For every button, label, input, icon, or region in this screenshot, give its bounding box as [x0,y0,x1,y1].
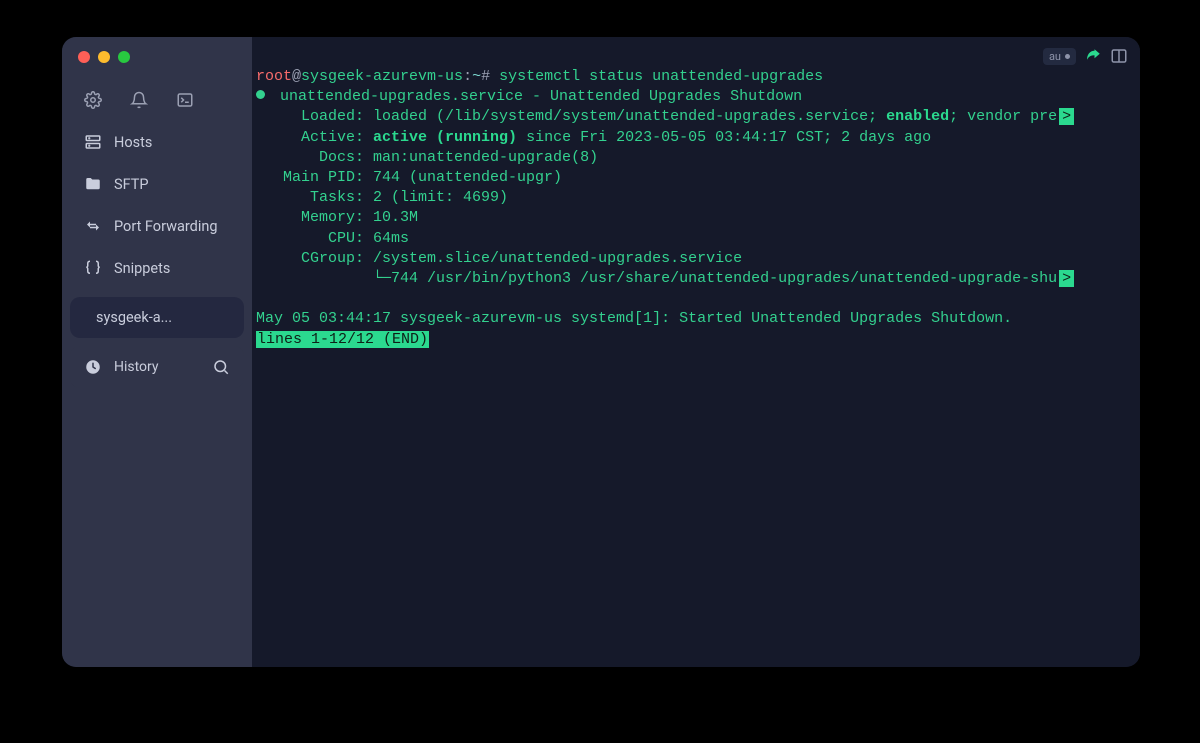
terminal-panel: au root@sysgeek-azurevm-us:~# systemctl … [252,37,1140,667]
sidebar-toprow [62,69,252,115]
session-tabs: sysgeek-a... [62,295,252,340]
share-icon[interactable] [1084,47,1102,65]
journal-log-line: May 05 03:44:17 sysgeek-azurevm-us syste… [256,310,1012,327]
nav-item-label: SFTP [114,176,149,193]
bell-icon[interactable] [130,91,148,109]
window-minimize-button[interactable] [98,51,110,63]
prompt-at: @ [292,68,301,85]
cgroup-label: CGroup: [256,250,373,267]
docs-label: Docs: [256,149,373,166]
toolbar-chip[interactable]: au [1043,48,1076,65]
sidebar: Hosts SFTP Port Forwarding [62,37,252,667]
split-panes-icon[interactable] [1110,47,1128,65]
loaded-tail: ; vendor pre [949,108,1057,125]
nav-item-snippets[interactable]: Snippets [70,247,244,289]
cpu-value: 64ms [373,230,409,247]
settings-icon[interactable] [84,91,102,109]
active-label: Active: [256,129,373,146]
cgroup-value: /system.slice/unattended-upgrades.servic… [373,250,742,267]
terminal-output[interactable]: root@sysgeek-azurevm-us:~# systemctl sta… [252,37,1140,667]
status-dot-icon [1065,54,1070,59]
line-overflow-indicator: > [1059,270,1074,287]
nav-list: Hosts SFTP Port Forwarding [62,115,252,295]
mainpid-label: Main PID: [256,169,373,186]
mainpid-value: 744 (unattended-upgr) [373,169,562,186]
tasks-label: Tasks: [256,189,373,206]
nav-item-portforwarding[interactable]: Port Forwarding [70,205,244,247]
clock-icon [84,358,102,376]
prompt-user: root [256,68,292,85]
prompt-colon: : [463,68,472,85]
tasks-value: 2 (limit: 4699) [373,189,508,206]
loaded-label: Loaded: [256,108,373,125]
active-state: active (running) [373,129,517,146]
loaded-enabled: enabled [886,108,949,125]
cpu-label: CPU: [256,230,373,247]
folder-icon [84,175,102,193]
toolbar-chip-label: au [1049,51,1061,62]
nav-item-label: Snippets [114,260,170,277]
search-icon[interactable] [212,358,230,376]
terminal-toolbar: au [1043,47,1128,65]
line-overflow-indicator: > [1059,108,1074,125]
memory-value: 10.3M [373,209,418,226]
arrows-icon [84,217,102,235]
nav-item-hosts[interactable]: Hosts [70,121,244,163]
nav-item-label: Port Forwarding [114,218,218,235]
window-close-button[interactable] [78,51,90,63]
loaded-value: loaded (/lib/systemd/system/unattended-u… [373,108,886,125]
prompt-cwd: ~ [472,68,481,85]
window-maximize-button[interactable] [118,51,130,63]
history-section[interactable]: History [70,346,244,388]
pager-status: lines 1-12/12 (END) [256,331,429,348]
app-window: Hosts SFTP Port Forwarding [62,37,1140,667]
nav-item-sftp[interactable]: SFTP [70,163,244,205]
docs-value: man:unattended-upgrade(8) [373,149,598,166]
window-controls [62,37,252,69]
terminal-icon[interactable] [176,91,194,109]
command-text: systemctl status unattended-upgrades [499,68,823,85]
status-unit-line: unattended-upgrades.service - Unattended… [256,88,802,105]
prompt-hash: # [481,68,499,85]
nav-item-label: Hosts [114,134,152,151]
status-dot-icon [256,90,265,99]
server-icon [84,133,102,151]
memory-label: Memory: [256,209,373,226]
history-label: History [114,359,159,375]
session-tab-active[interactable]: sysgeek-a... [70,297,244,338]
braces-icon [84,259,102,277]
active-tail: since Fri 2023-05-05 03:44:17 CST; 2 day… [517,129,931,146]
prompt-host: sysgeek-azurevm-us [301,68,463,85]
session-tab-label: sysgeek-a... [96,309,172,326]
cgroup-tree: └─744 /usr/bin/python3 /usr/share/unatte… [256,270,1057,287]
